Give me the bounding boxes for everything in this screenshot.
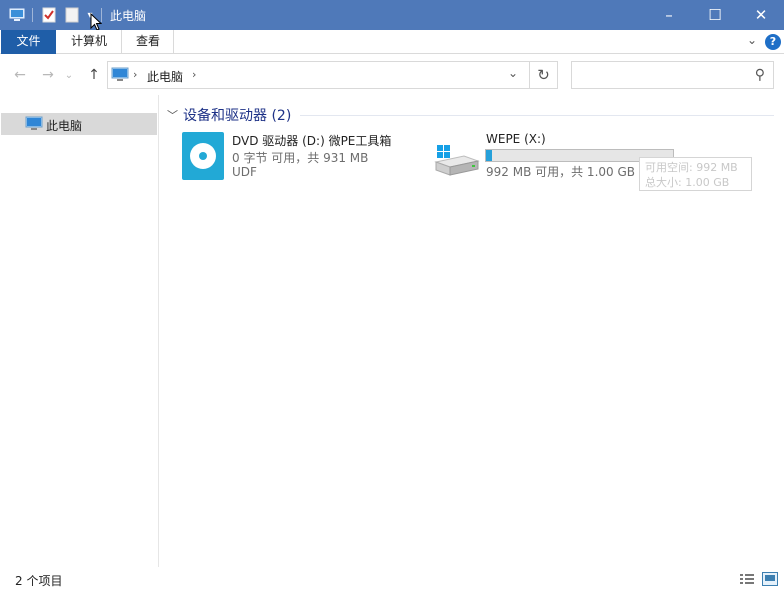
drive-item-dvd[interactable]: DVD 驱动器 (D:) 微PE工具箱 0 字节 可用，共 931 MB UDF bbox=[178, 128, 418, 184]
navigation-bar: ← → ⌄ ↑ › 此电脑 › ⌄ ↻ ⚲ bbox=[0, 55, 784, 95]
ribbon-tabs: 文件 计算机 查看 ⌄ ? bbox=[0, 30, 784, 54]
address-history-chevron-icon[interactable]: ⌄ bbox=[508, 66, 518, 80]
up-button[interactable]: ↑ bbox=[84, 65, 104, 85]
chevron-down-icon: ⌄ bbox=[64, 69, 74, 81]
sidebar-item-label: 此电脑 bbox=[46, 119, 83, 133]
expand-ribbon-chevron-icon[interactable]: ⌄ bbox=[747, 33, 757, 47]
sidebar-item-this-pc[interactable]: 此电脑 bbox=[1, 113, 157, 135]
breadcrumb-separator-icon[interactable]: › bbox=[192, 68, 196, 81]
back-button[interactable]: ← bbox=[10, 65, 30, 85]
help-button[interactable]: ? bbox=[765, 34, 781, 50]
drive-usage-fill bbox=[486, 150, 492, 161]
address-bar[interactable]: › 此电脑 › ⌄ bbox=[107, 61, 530, 89]
tab-separator bbox=[121, 30, 122, 54]
tooltip-total-size: 总大小: 1.00 GB bbox=[645, 176, 730, 189]
computer-icon bbox=[111, 67, 129, 81]
dvd-drive-icon bbox=[182, 132, 224, 180]
tab-file[interactable]: 文件 bbox=[1, 30, 56, 54]
forward-button[interactable]: → bbox=[38, 65, 58, 85]
minimize-icon: – bbox=[665, 6, 673, 24]
tooltip-free-space: 可用空间: 992 MB bbox=[645, 161, 738, 174]
breadcrumb-item[interactable]: 此电脑 bbox=[147, 68, 183, 85]
navigation-pane: 此电脑 bbox=[0, 95, 159, 567]
arrow-left-icon: ← bbox=[14, 67, 26, 83]
refresh-button[interactable]: ↻ bbox=[530, 61, 558, 89]
chevron-down-icon: ﹀ bbox=[167, 109, 178, 122]
arrow-right-icon: → bbox=[42, 67, 54, 83]
drive-name: DVD 驱动器 (D:) 微PE工具箱 bbox=[232, 134, 392, 148]
drive-tooltip: 可用空间: 992 MB 总大小: 1.00 GB bbox=[639, 157, 752, 191]
recent-locations-button[interactable]: ⌄ bbox=[62, 65, 76, 85]
arrow-up-icon: ↑ bbox=[88, 67, 100, 83]
drive-space: 992 MB 可用，共 1.00 GB bbox=[486, 165, 635, 179]
search-box[interactable]: ⚲ bbox=[571, 61, 774, 89]
group-divider bbox=[300, 115, 774, 116]
close-icon: ✕ bbox=[754, 6, 768, 24]
group-header-devices[interactable]: ﹀ 设备和驱动器 (2) bbox=[167, 106, 291, 124]
details-view-icon[interactable] bbox=[739, 572, 755, 586]
properties-icon[interactable] bbox=[40, 6, 58, 24]
breadcrumb-separator-icon[interactable]: › bbox=[133, 68, 137, 81]
windows-drive-icon bbox=[434, 145, 480, 176]
refresh-icon: ↻ bbox=[537, 66, 550, 84]
window-title: 此电脑 bbox=[110, 9, 147, 23]
status-bar: 2 个项目 bbox=[0, 567, 784, 592]
quick-access-separator bbox=[32, 8, 33, 22]
drive-filesystem: UDF bbox=[232, 165, 257, 179]
new-folder-icon[interactable] bbox=[63, 6, 81, 24]
tab-separator bbox=[173, 30, 174, 54]
large-icons-view-icon[interactable] bbox=[762, 572, 778, 586]
minimize-button[interactable]: – bbox=[646, 0, 692, 30]
mouse-cursor-icon bbox=[90, 13, 102, 31]
drive-name: WEPE (X:) bbox=[486, 132, 546, 146]
search-icon[interactable]: ⚲ bbox=[755, 67, 765, 83]
maximize-button[interactable]: ☐ bbox=[692, 0, 738, 30]
title-bar: ▾ 此电脑 – ☐ ✕ bbox=[0, 0, 784, 31]
group-title: 设备和驱动器 (2) bbox=[183, 108, 292, 124]
tab-computer[interactable]: 计算机 bbox=[60, 30, 118, 54]
close-button[interactable]: ✕ bbox=[738, 0, 784, 30]
maximize-icon: ☐ bbox=[708, 6, 722, 24]
search-input[interactable] bbox=[578, 67, 748, 83]
drive-space: 0 字节 可用，共 931 MB bbox=[232, 151, 369, 165]
tab-view[interactable]: 查看 bbox=[124, 30, 172, 54]
computer-icon bbox=[25, 116, 43, 130]
item-count: 2 个项目 bbox=[15, 574, 63, 588]
computer-icon[interactable] bbox=[8, 6, 26, 24]
